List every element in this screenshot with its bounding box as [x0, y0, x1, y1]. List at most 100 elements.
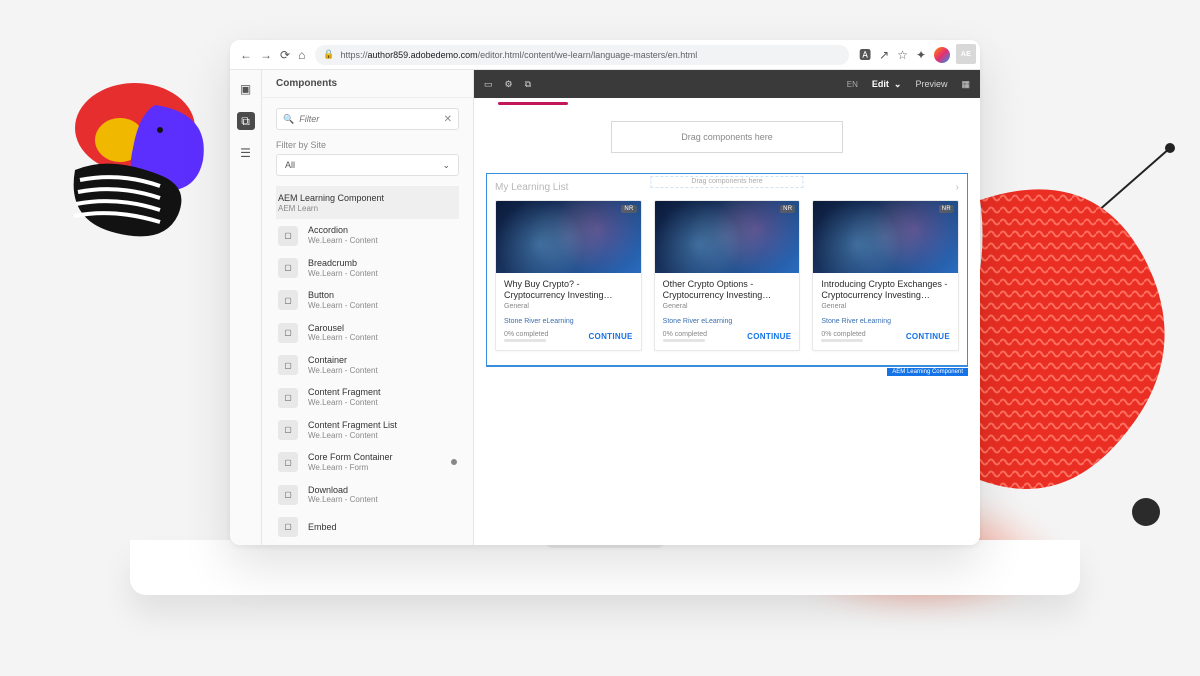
status-badge: NR	[621, 205, 636, 213]
component-name: Breadcrumb	[308, 258, 457, 269]
rail-tree-icon[interactable]: ☰	[237, 144, 255, 162]
extensions-icon[interactable]: ✦	[916, 48, 926, 62]
search-icon: 🔍	[283, 114, 294, 125]
component-name: Download	[308, 485, 457, 496]
share-icon[interactable]: ↗	[879, 48, 889, 62]
progress-text: 0% completed	[821, 331, 895, 338]
rail-components-icon[interactable]: ⧉	[237, 112, 255, 130]
course-author: Stone River eLearning	[663, 318, 792, 325]
component-item[interactable]: ▢Embed	[276, 511, 459, 543]
carousel-next-icon[interactable]: ›	[956, 182, 959, 193]
back-icon[interactable]: ←	[240, 48, 252, 62]
filter-by-site-label: Filter by Site	[276, 140, 459, 150]
star-icon[interactable]: ☆	[897, 48, 908, 62]
reload-icon[interactable]: ⟳	[280, 48, 290, 62]
component-item[interactable]: ▢ CarouselWe.Learn - Content	[276, 317, 459, 349]
components-panel: Components 🔍 ✕ Filter by Site All ⌄ AEAE…	[262, 70, 474, 545]
component-name: Button	[308, 290, 457, 301]
site-select[interactable]: All ⌄	[276, 154, 459, 176]
course-category: General	[821, 303, 950, 310]
course-title: Introducing Crypto Exchanges - Cryptocur…	[821, 279, 950, 301]
active-tab-indicator	[498, 102, 568, 105]
styles-icon[interactable]: ⚙	[505, 79, 513, 90]
inner-drop-hint[interactable]: Drag components here	[650, 176, 803, 188]
editor-toolbar: ▭ ⚙ ⧉ EN Edit ⌄ Preview ▦	[474, 70, 980, 98]
filter-field[interactable]	[299, 114, 438, 124]
course-thumbnail: NR	[655, 201, 800, 273]
home-icon[interactable]: ⌂	[298, 48, 305, 62]
component-group: We.Learn - Content	[308, 431, 457, 441]
component-icon: ▢	[278, 485, 298, 505]
component-name: Core Form Container	[308, 452, 441, 463]
component-item[interactable]: ▢ DownloadWe.Learn - Content	[276, 479, 459, 511]
component-item[interactable]: ▢ContainerWe.Learn - Content	[276, 349, 459, 381]
component-group: We.Learn - Content	[308, 495, 457, 505]
component-group: We.Learn - Content	[308, 269, 457, 279]
course-card[interactable]: NRWhy Buy Crypto? - Cryptocurrency Inves…	[495, 200, 642, 351]
component-name: Carousel	[308, 323, 457, 334]
component-icon: ▢	[278, 226, 298, 246]
component-icon: ▢	[278, 323, 298, 343]
component-overlay-label: AEM Learning Component	[887, 368, 968, 376]
page-properties-icon[interactable]: ▦	[961, 79, 970, 90]
course-category: General	[504, 303, 633, 310]
status-badge: NR	[780, 205, 795, 213]
drop-area[interactable]: Drag components here	[611, 121, 843, 153]
component-icon: ▢	[278, 258, 298, 278]
course-card[interactable]: NR Introducing Crypto Exchanges - Cryptoc…	[812, 200, 959, 351]
component-name: Embed	[308, 522, 457, 533]
component-item[interactable]: ▢ButtonWe.Learn - Content	[276, 284, 459, 316]
component-group: We.Learn - Content	[308, 333, 457, 343]
continue-button[interactable]: CONTINUE	[906, 332, 950, 341]
editor-canvas: ▭ ⚙ ⧉ EN Edit ⌄ Preview ▦ Drag component…	[474, 70, 980, 545]
language-indicator[interactable]: EN	[847, 80, 858, 89]
component-list: AEAEM Learning ComponentAEM Learn ▢ Accord…	[276, 186, 459, 545]
progress-bar	[663, 339, 705, 342]
panel-title: Components	[262, 70, 473, 98]
preview-button[interactable]: Preview	[915, 79, 947, 89]
component-item[interactable]: ▢AccordionWe.Learn - Content	[276, 219, 459, 251]
component-group: We.Learn - Content	[308, 398, 457, 408]
laptop-base	[130, 540, 1080, 595]
edit-mode-button[interactable]: Edit ⌄	[872, 79, 902, 90]
component-item[interactable]: ▢ BreadcrumbWe.Learn - Content	[276, 252, 459, 284]
continue-button[interactable]: CONTINUE	[747, 332, 791, 341]
clear-filter-icon[interactable]: ✕	[444, 114, 452, 125]
course-thumbnail: NR	[813, 201, 958, 273]
progress-bar	[504, 339, 546, 342]
component-icon: ▢	[278, 420, 298, 440]
course-author: Stone River eLearning	[821, 318, 950, 325]
rail-assets-icon[interactable]: ▣	[237, 80, 255, 98]
component-group: We.Learn - Form	[308, 463, 441, 473]
learning-list-title: My Learning List	[495, 182, 568, 193]
layout-icon[interactable]: ▭	[484, 79, 493, 90]
component-name: Accordion	[308, 225, 457, 236]
component-item[interactable]: AEAEM Learning ComponentAEM Learn	[276, 187, 459, 219]
avatar[interactable]	[934, 47, 950, 63]
learning-component[interactable]: My Learning List Drag components here › …	[486, 173, 968, 367]
course-category: General	[663, 303, 792, 310]
component-item[interactable]: ▢Core Form ContainerWe.Learn - Form	[276, 446, 459, 478]
decoration-black-dot	[1132, 498, 1160, 526]
component-item[interactable]: ▢Content FragmentWe.Learn - Content	[276, 381, 459, 413]
translate-icon[interactable]: 🅰	[859, 46, 871, 63]
continue-button[interactable]: CONTINUE	[588, 332, 632, 341]
component-icon: ▢	[278, 388, 298, 408]
lock-icon: 🔒	[323, 49, 334, 60]
browser-toolbar: ← → ⟳ ⌂ 🔒 https://author859.adobedemo.co…	[230, 40, 980, 70]
progress-bar	[821, 339, 863, 342]
component-item[interactable]: ▢Content Fragment ListWe.Learn - Content	[276, 414, 459, 446]
decoration-blob-left	[50, 70, 250, 270]
component-icon: ▢	[278, 355, 298, 375]
course-title: Other Crypto Options - Cryptocurrency In…	[663, 279, 792, 301]
card-row: NRWhy Buy Crypto? - Cryptocurrency Inves…	[495, 200, 959, 351]
component-group: We.Learn - Content	[308, 366, 457, 376]
devices-icon[interactable]: ⧉	[525, 79, 531, 90]
left-rail: ▣ ⧉ ☰	[230, 70, 262, 545]
course-card[interactable]: NR Other Crypto Options - Cryptocurrency …	[654, 200, 801, 351]
forward-icon[interactable]: →	[260, 48, 272, 62]
filter-input[interactable]: 🔍 ✕	[276, 108, 459, 130]
site-selected-value: All	[285, 160, 295, 170]
progress-text: 0% completed	[663, 331, 737, 338]
url-bar[interactable]: 🔒 https://author859.adobedemo.com/editor…	[315, 45, 849, 65]
